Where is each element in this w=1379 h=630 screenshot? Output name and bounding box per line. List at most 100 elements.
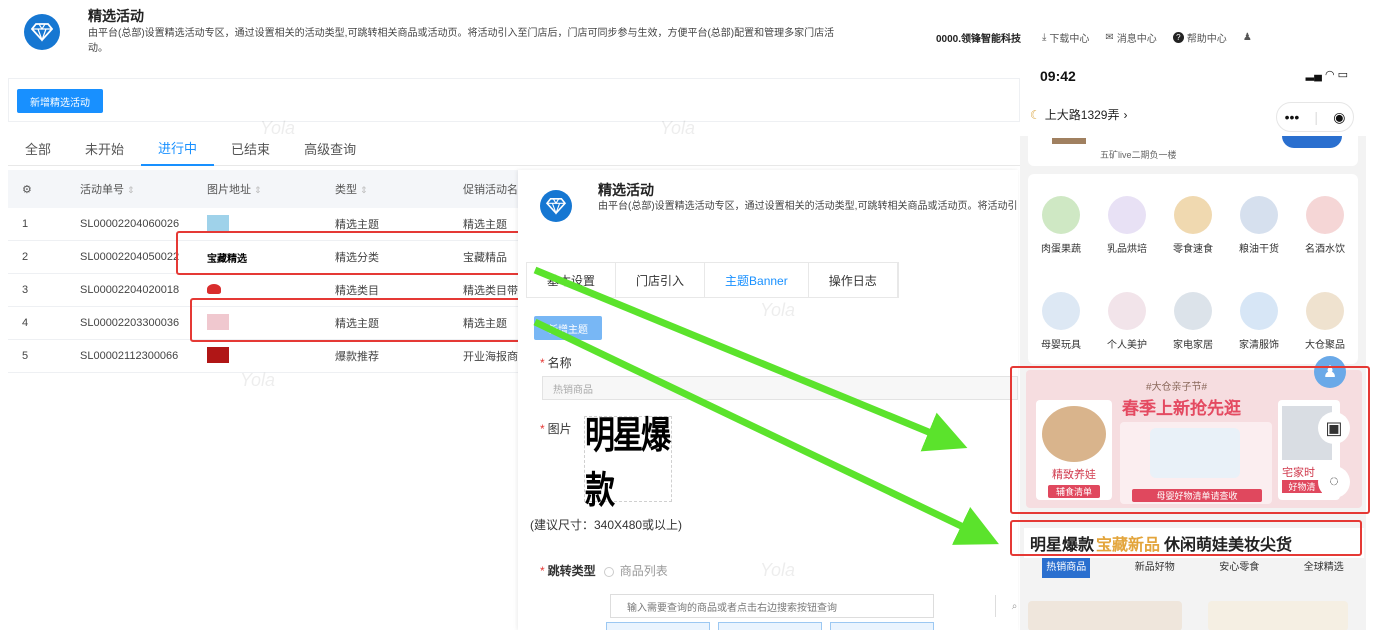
- category-item[interactable]: 大仓聚品: [1292, 292, 1358, 351]
- subtab-new[interactable]: 新品好物: [1135, 558, 1175, 578]
- chevron-right-icon: ›: [1123, 107, 1128, 122]
- download-center-link[interactable]: ⤓ 下载中心: [1042, 30, 1089, 45]
- store-card: 五矿live二期负一楼: [1028, 136, 1358, 166]
- highlight-box: [1010, 520, 1362, 556]
- watermark: Yola: [260, 118, 296, 138]
- category-grid: 肉蛋果蔬 乳品烘培 零食速食 粮油干货 名酒水饮 母婴玩具 个人美护 家电家居 …: [1028, 174, 1358, 364]
- subtab-hot[interactable]: 热销商品: [1042, 558, 1091, 578]
- column-code[interactable]: 活动单号 ⇕: [80, 181, 207, 197]
- name-input[interactable]: 热销商品: [542, 376, 1018, 400]
- personal-care-icon: [1108, 292, 1146, 330]
- guitar-icon: [1306, 292, 1344, 330]
- column-settings-icon[interactable]: ⚙: [8, 183, 80, 196]
- watermark: Yola: [240, 370, 276, 390]
- store-icon: ☾: [1030, 107, 1041, 122]
- close-circle-icon[interactable]: ◉: [1333, 109, 1345, 126]
- status-tabs: 全部 未开始 进行中 已结束 高级查询: [8, 130, 1020, 166]
- form-description: 由平台(总部)设置精选活动专区，通过设置相关的活动类型,可跳转相关商品或活动页。…: [598, 201, 1018, 212]
- message-center-link[interactable]: ✉ 消息中心: [1105, 30, 1156, 45]
- tab-operation-log[interactable]: 操作日志: [809, 263, 898, 297]
- cleaning-icon: [1240, 292, 1278, 330]
- category-item[interactable]: 零食速食: [1160, 196, 1226, 255]
- category-item[interactable]: 家清服饰: [1226, 292, 1292, 351]
- selected-tags: [606, 622, 934, 630]
- image-label: * 图片: [540, 422, 572, 436]
- table-header: ⚙ 活动单号⇕ 图片地址⇕ 类型⇕ 促销活动名称: [8, 170, 518, 208]
- jump-type-label: * 跳转类型 商品列表: [540, 564, 668, 578]
- phone-nav-bar: ☾ 上大路1329弄 › ••• | ◉: [1020, 96, 1366, 136]
- sort-icon: ⇕: [127, 185, 135, 195]
- signal-wifi-battery-icon: ▂▄ ◠ ▭: [1305, 69, 1348, 81]
- tag-item[interactable]: [606, 622, 710, 630]
- user-icon[interactable]: ♟: [1243, 30, 1252, 45]
- column-promo: 促销活动名称: [463, 184, 518, 196]
- form-tabs: 基本设置 门店引入 主题Banner 操作日志: [526, 262, 899, 298]
- product-card[interactable]: [1028, 601, 1182, 630]
- page-description: 由平台(总部)设置精选活动专区，通过设置相关的活动类型,可跳转相关商品或活动页。…: [88, 28, 835, 54]
- watermark: Yola: [760, 300, 796, 320]
- subtab-snacks[interactable]: 安心零食: [1219, 558, 1259, 578]
- watermark: Yola: [660, 118, 696, 138]
- column-image[interactable]: 图片地址 ⇕: [207, 181, 335, 197]
- sort-icon: ⇕: [360, 185, 368, 195]
- top-links: ⤓ 下载中心 ✉ 消息中心 ? 帮助中心 ♟: [1042, 30, 1252, 45]
- tag-item[interactable]: [830, 622, 934, 630]
- action-bar: 新增精选活动: [8, 78, 1020, 122]
- column-type[interactable]: 类型 ⇕: [335, 181, 463, 197]
- name-label: * 名称: [540, 356, 572, 370]
- tab-all[interactable]: 全部: [8, 130, 68, 166]
- help-center-link[interactable]: ? 帮助中心: [1172, 30, 1227, 45]
- store-selector[interactable]: ☾ 上大路1329弄 ›: [1030, 106, 1127, 123]
- diamond-logo-icon: [24, 14, 60, 50]
- page-title: 精选活动: [88, 8, 144, 24]
- diamond-logo-icon: [540, 190, 572, 222]
- tag-item[interactable]: [718, 622, 822, 630]
- store-address: 五矿live二期负一楼: [1100, 150, 1177, 160]
- thumbnail-image[interactable]: [207, 214, 229, 231]
- tab-not-started[interactable]: 未开始: [68, 130, 141, 166]
- watermark: Yola: [760, 560, 796, 580]
- screenshot-page: 精选活动 由平台(总部)设置精选活动专区，通过设置相关的活动类型,可跳转相关商品…: [0, 0, 1379, 630]
- product-search-input[interactable]: 输入需要查询的商品或者点击右边搜索按钮查询 ⌕: [610, 594, 1017, 618]
- category-item[interactable]: 名酒水饮: [1292, 196, 1358, 255]
- category-item[interactable]: 个人美护: [1094, 292, 1160, 351]
- highlight-box: [190, 298, 530, 342]
- add-activity-button[interactable]: 新增精选活动: [17, 89, 103, 113]
- highlight-box: [176, 231, 532, 275]
- table-row[interactable]: 5 SL00002112300066 爆款推荐 开业海报商品: [8, 340, 518, 373]
- category-item[interactable]: 粮油干货: [1226, 196, 1292, 255]
- brand-logo-thumbnail[interactable]: [207, 283, 221, 294]
- tab-advanced-search[interactable]: 高级查询: [287, 130, 373, 166]
- store-button[interactable]: [1282, 136, 1342, 148]
- phone-status-bar: 09:42 ▂▄ ◠ ▭: [1020, 56, 1366, 96]
- product-subtabs: 热销商品 新品好物 安心零食 全球精选: [1020, 558, 1366, 578]
- appliance-icon: [1174, 292, 1212, 330]
- tab-theme-banner[interactable]: 主题Banner: [705, 263, 809, 297]
- radio-icon[interactable]: [603, 566, 614, 577]
- image-upload[interactable]: 明星爆款: [584, 414, 672, 513]
- category-item[interactable]: 家电家居: [1160, 292, 1226, 351]
- category-item[interactable]: 母婴玩具: [1028, 292, 1094, 351]
- add-theme-button[interactable]: 新增主题: [534, 316, 602, 340]
- sort-icon: ⇕: [254, 185, 262, 195]
- help-icon: ?: [1172, 32, 1184, 43]
- tab-store-import[interactable]: 门店引入: [616, 263, 706, 297]
- store-thumbnail: [1052, 138, 1086, 144]
- download-icon: ⤓: [1042, 32, 1047, 43]
- product-cards: [1028, 601, 1358, 630]
- company-name[interactable]: 0000.领锋智能科技: [936, 30, 1021, 45]
- category-item[interactable]: 肉蛋果蔬: [1028, 196, 1094, 255]
- tab-in-progress[interactable]: 进行中: [141, 130, 215, 166]
- form-title: 精选活动: [598, 182, 654, 198]
- category-item[interactable]: 乳品烘培: [1094, 196, 1160, 255]
- product-card[interactable]: [1208, 601, 1348, 630]
- tab-basic-settings[interactable]: 基本设置: [527, 263, 617, 297]
- mail-icon: ✉: [1105, 32, 1114, 43]
- subtab-global[interactable]: 全球精选: [1304, 558, 1344, 578]
- more-icon[interactable]: •••: [1285, 109, 1300, 125]
- size-hint: (建议尺寸：340X480或以上): [530, 518, 683, 532]
- uploaded-image-text: 明星爆款: [585, 414, 671, 513]
- thumbnail-image[interactable]: [207, 346, 229, 363]
- mini-program-capsule: ••• | ◉: [1276, 102, 1354, 132]
- highlight-box: [1010, 366, 1370, 514]
